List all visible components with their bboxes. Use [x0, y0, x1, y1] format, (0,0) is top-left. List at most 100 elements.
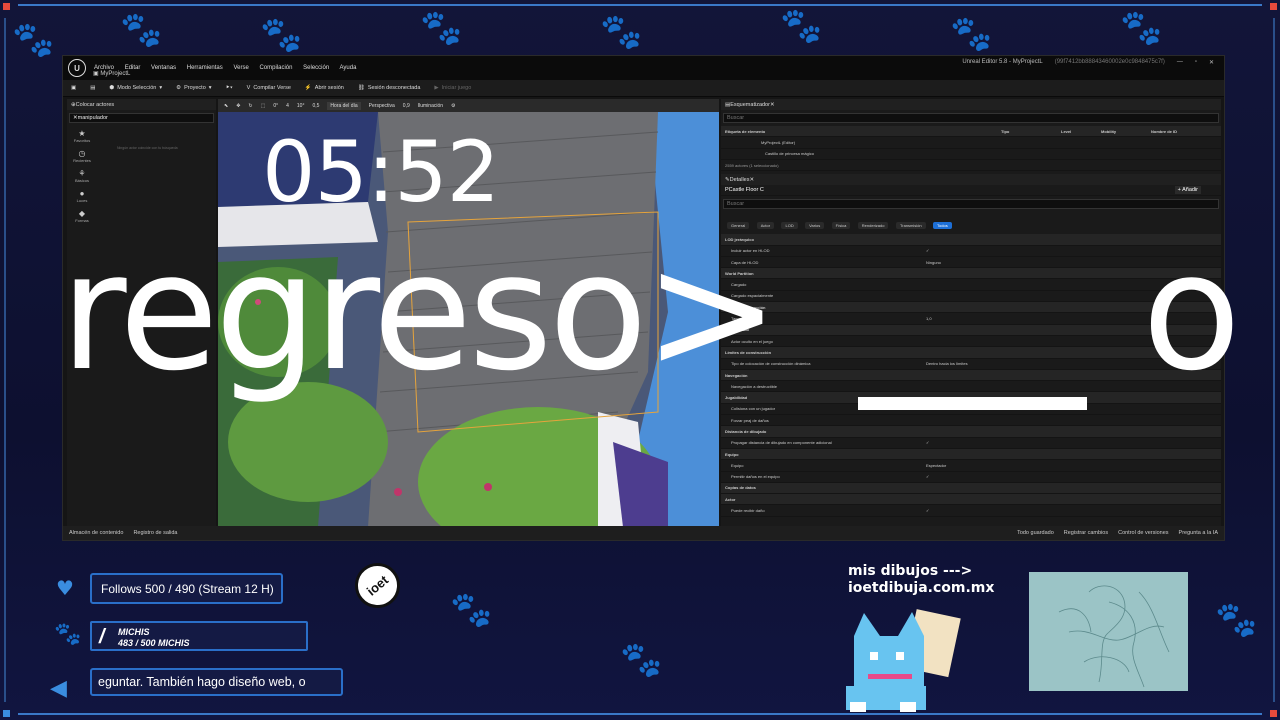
- mode-label: Modo Selección: [117, 85, 157, 91]
- content-drawer-button[interactable]: Almacén de contenido: [69, 530, 123, 536]
- paw-pattern: 🐾: [780, 6, 823, 46]
- select-tool-icon[interactable]: ⬉: [224, 103, 228, 109]
- filter-lod[interactable]: LOD: [781, 222, 798, 230]
- menu-seleccion[interactable]: Selección: [303, 65, 329, 71]
- details-property-row[interactable]: Puede recibir daño ✓: [721, 505, 1221, 517]
- time-of-day-button[interactable]: Hora del día: [327, 101, 361, 110]
- scale-tool-icon[interactable]: ⬚: [261, 103, 266, 109]
- category-label: Básicos: [74, 178, 89, 183]
- outliner-search[interactable]: Buscar: [723, 113, 1219, 123]
- perspective-button[interactable]: Perspectiva: [369, 103, 395, 109]
- menu-ventanas[interactable]: Ventanas: [151, 65, 176, 71]
- compile-verse-button[interactable]: V Compilar Verse: [247, 85, 291, 91]
- property-label: Forzar peaj de daños: [731, 417, 769, 423]
- category-lights[interactable]: ● Luces: [67, 189, 97, 203]
- save-icon[interactable]: ▣: [71, 85, 76, 91]
- outliner-row[interactable]: Castillo de princesa mágico: [721, 149, 1221, 160]
- scale-snap[interactable]: 0,5: [312, 103, 319, 109]
- all-saved-status[interactable]: Todo guardado: [1017, 530, 1054, 536]
- details-property-row[interactable]: Propagar distancia de dibujado en compon…: [721, 438, 1221, 449]
- close-icon[interactable]: ✕: [1209, 59, 1214, 66]
- property-value[interactable]: Espectador: [926, 463, 946, 468]
- property-value[interactable]: ✓: [926, 248, 929, 253]
- unreal-logo-icon[interactable]: U: [68, 59, 86, 77]
- outliner-header: Etiqueta de elemento Tipo Level Mobility…: [721, 126, 1221, 138]
- details-property-row[interactable]: Permitir daños en el equipo ✓: [721, 472, 1221, 483]
- menu-compilacion[interactable]: Compilación: [259, 65, 292, 71]
- paw-pattern: 🐾: [1215, 600, 1258, 640]
- maximize-icon[interactable]: ▫: [1195, 59, 1197, 66]
- property-label: Actor: [725, 496, 736, 502]
- category-recent[interactable]: ◷ Recientes: [67, 149, 97, 163]
- ask-ai-button[interactable]: Pregunta a la IA: [1179, 530, 1218, 536]
- filter-varios[interactable]: Varios: [805, 222, 825, 230]
- camera-speed[interactable]: 0,9: [403, 103, 410, 109]
- slash-icon: /: [99, 626, 105, 648]
- property-value[interactable]: ✓: [926, 440, 929, 445]
- open-session-button[interactable]: ⚡ Abrir sesión: [305, 85, 344, 91]
- project-tab[interactable]: ▣ MyProjectL: [93, 70, 130, 77]
- details-search[interactable]: Buscar: [723, 199, 1219, 210]
- details-category-header[interactable]: Copias de datos: [721, 482, 1221, 495]
- filter-streaming[interactable]: Transmisión: [895, 222, 926, 230]
- tab-details[interactable]: ✎ Detalles ✕: [721, 174, 1221, 185]
- column-mobility: Mobility: [1101, 128, 1117, 134]
- category-label: Recientes: [73, 158, 91, 163]
- settings-icon[interactable]: ⚙: [451, 103, 455, 109]
- outliner-tab-label: Esquematizador: [730, 101, 770, 108]
- property-value[interactable]: ✓: [926, 474, 929, 479]
- property-value[interactable]: Ninguno: [926, 260, 941, 265]
- project-button[interactable]: ⚙ Proyecto ▾: [176, 85, 211, 91]
- scrolling-banner-tail: o: [1142, 219, 1242, 407]
- details-category-header[interactable]: Equipo: [721, 448, 1221, 461]
- main-toolbar: ▣ ▤ ⬢ Modo Selección ▾ ⚙ Proyecto ▾ ⯈▾ V…: [63, 80, 1224, 97]
- no-results-hint: Ningún actor coincide con tu búsqueda: [117, 146, 178, 150]
- corner-mark: [3, 3, 10, 10]
- window-title: Unreal Editor 5.8 - MyProjectL: [962, 59, 1043, 65]
- category-favorites[interactable]: ★ Favoritos: [67, 129, 97, 143]
- session-status-label: Sesión desconectada: [367, 85, 421, 91]
- minimize-icon[interactable]: —: [1177, 59, 1183, 66]
- content-icon[interactable]: ▤: [90, 85, 95, 91]
- lighting-button[interactable]: Iluminación: [418, 103, 443, 109]
- compile-label: Compilar Verse: [253, 85, 291, 91]
- rotate-tool-icon[interactable]: ↻: [248, 103, 252, 109]
- mode-select-button[interactable]: ⬢ Modo Selección ▾: [109, 85, 162, 91]
- michis-title: MICHIS: [118, 627, 150, 637]
- tab-place-actors[interactable]: ⊕ Colocar actores: [67, 99, 216, 110]
- filter-render[interactable]: Renderizado: [857, 222, 889, 230]
- details-category-header[interactable]: Actor: [721, 494, 1221, 506]
- plug-line-2[interactable]: ioetdibuja.com.mx: [848, 580, 994, 597]
- menu-ayuda[interactable]: Ayuda: [340, 65, 357, 71]
- details-property-row[interactable]: Forzar peaj de daños: [721, 415, 1221, 427]
- angle-snap[interactable]: 10°: [297, 103, 305, 109]
- output-log-button[interactable]: Registro de salida: [133, 530, 177, 536]
- tab-outliner[interactable]: ▤ Esquematizador ✕: [721, 99, 1221, 110]
- version-control-button[interactable]: Control de versiones: [1118, 530, 1168, 536]
- play-options-icon[interactable]: ⯈▾: [226, 85, 233, 92]
- outliner-panel: ▤ Esquematizador ✕ Buscar Etiqueta de el…: [721, 99, 1221, 174]
- place-actors-search[interactable]: ✕ manipulador: [69, 113, 214, 123]
- property-value[interactable]: 1,0: [926, 316, 932, 321]
- property-value[interactable]: ✓: [926, 508, 929, 513]
- rotation-snap[interactable]: 0°: [273, 103, 278, 109]
- menu-verse[interactable]: Verse: [233, 65, 248, 71]
- menu-herramientas[interactable]: Herramientas: [187, 65, 223, 71]
- paw-pattern: 🐾: [450, 590, 493, 630]
- details-category-header[interactable]: Distancia de dibujado: [721, 426, 1221, 438]
- follows-goal-widget: Follows 500 / 490 (Stream 12 H): [90, 573, 283, 604]
- channel-logo-text: ioet: [363, 572, 392, 599]
- filter-fisica[interactable]: Física: [831, 222, 851, 230]
- corner-mark: [1270, 710, 1277, 717]
- property-value[interactable]: Dentro hacia los límites: [926, 361, 968, 366]
- register-changes-button[interactable]: Registrar cambios: [1064, 530, 1108, 536]
- move-tool-icon[interactable]: ✥: [236, 103, 240, 109]
- outliner-row[interactable]: MyProjectL (Editor): [721, 137, 1221, 149]
- add-component-button[interactable]: + Añadir: [1174, 186, 1201, 195]
- grid-snap[interactable]: 4: [286, 103, 289, 109]
- category-basic[interactable]: ⚘ Básicos: [67, 169, 97, 183]
- launch-game-button[interactable]: ▶ Iniciar juego: [434, 85, 471, 91]
- filter-all[interactable]: Todos: [933, 222, 952, 230]
- category-label: Luces: [76, 198, 88, 203]
- details-property-row[interactable]: Equipo Espectador: [721, 460, 1221, 472]
